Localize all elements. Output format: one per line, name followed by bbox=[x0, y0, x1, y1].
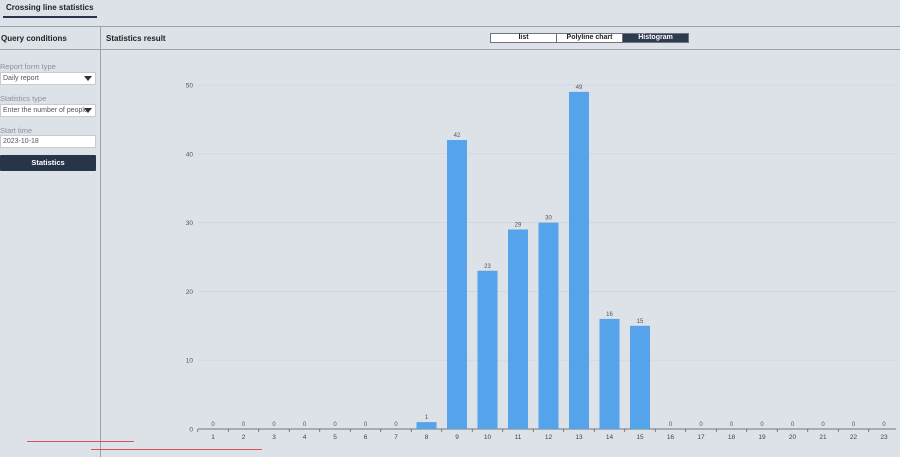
x-tick-label: 17 bbox=[697, 434, 705, 441]
data-label: 0 bbox=[211, 422, 215, 428]
bar bbox=[538, 222, 559, 429]
data-label: 0 bbox=[669, 422, 673, 428]
data-label: 0 bbox=[852, 422, 856, 428]
tab-crossing-line-statistics[interactable]: Crossing line statistics bbox=[3, 2, 97, 18]
annotation-underline bbox=[91, 449, 262, 450]
y-tick-label: 40 bbox=[186, 151, 194, 158]
data-label: 0 bbox=[394, 422, 398, 428]
data-label: 0 bbox=[730, 422, 734, 428]
y-tick-label: 10 bbox=[186, 358, 194, 365]
x-tick-label: 23 bbox=[880, 434, 888, 441]
query-panel: Query conditions Report form type Daily … bbox=[0, 27, 101, 457]
x-tick-label: 6 bbox=[364, 434, 368, 441]
x-tick-label: 15 bbox=[636, 434, 644, 441]
data-label: 0 bbox=[242, 422, 246, 428]
data-label: 0 bbox=[272, 422, 276, 428]
chevron-down-icon bbox=[84, 108, 92, 113]
x-tick-label: 18 bbox=[728, 434, 736, 441]
statistics-type-value: Enter the number of people bbox=[3, 107, 88, 114]
x-tick-label: 3 bbox=[272, 434, 276, 441]
result-title: Statistics result bbox=[106, 34, 166, 43]
data-label: 0 bbox=[333, 422, 337, 428]
x-tick-label: 19 bbox=[758, 434, 766, 441]
bar bbox=[447, 140, 467, 429]
bar bbox=[630, 325, 650, 429]
start-time-input[interactable]: 2023-10-18 bbox=[0, 135, 96, 148]
tab-histogram[interactable]: Histogram bbox=[623, 34, 688, 42]
data-label: 16 bbox=[606, 312, 613, 318]
data-label: 0 bbox=[364, 422, 368, 428]
data-label: 0 bbox=[791, 422, 795, 428]
x-tick-label: 2 bbox=[242, 434, 246, 441]
statistics-button[interactable]: Statistics bbox=[0, 155, 96, 171]
x-tick-label: 16 bbox=[667, 434, 675, 441]
bar bbox=[477, 270, 498, 429]
x-tick-label: 21 bbox=[819, 434, 827, 441]
tab-list[interactable]: list bbox=[491, 34, 557, 42]
report-form-type-select[interactable]: Daily report bbox=[0, 72, 96, 85]
data-label: 15 bbox=[637, 319, 644, 325]
x-tick-label: 9 bbox=[455, 434, 459, 441]
bar bbox=[508, 229, 528, 429]
report-form-type-value: Daily report bbox=[3, 75, 39, 82]
data-label: 1 bbox=[425, 415, 429, 421]
y-tick-label: 0 bbox=[189, 427, 193, 434]
data-label: 0 bbox=[303, 422, 307, 428]
annotation-underline bbox=[27, 441, 134, 442]
bar bbox=[569, 91, 589, 429]
query-panel-title: Query conditions bbox=[0, 27, 101, 50]
x-tick-label: 1 bbox=[211, 434, 215, 441]
data-label: 30 bbox=[545, 216, 552, 222]
bar bbox=[599, 318, 620, 429]
chevron-down-icon bbox=[84, 76, 92, 81]
data-label: 0 bbox=[760, 422, 764, 428]
x-tick-label: 22 bbox=[850, 434, 858, 441]
y-tick-label: 20 bbox=[186, 289, 194, 296]
histogram-chart: 0102030405001020304050607184292310291130… bbox=[186, 83, 896, 441]
statistics-type-select[interactable]: Enter the number of people bbox=[0, 104, 96, 117]
data-label: 0 bbox=[821, 422, 825, 428]
data-label: 0 bbox=[699, 422, 703, 428]
x-tick-label: 12 bbox=[545, 434, 553, 441]
start-time-label: Start time bbox=[0, 126, 33, 135]
x-tick-label: 11 bbox=[515, 434, 522, 441]
data-label: 23 bbox=[484, 264, 491, 270]
x-tick-label: 20 bbox=[789, 434, 797, 441]
x-tick-label: 8 bbox=[425, 434, 429, 441]
y-tick-label: 30 bbox=[186, 220, 194, 227]
result-header: Statistics result list Polyline chart Hi… bbox=[101, 27, 900, 50]
data-label: 42 bbox=[454, 133, 461, 139]
x-tick-label: 14 bbox=[606, 434, 614, 441]
x-tick-label: 7 bbox=[394, 434, 398, 441]
data-label: 49 bbox=[576, 85, 583, 91]
x-tick-label: 5 bbox=[333, 434, 337, 441]
tab-bar: Crossing line statistics bbox=[0, 0, 900, 27]
x-tick-label: 4 bbox=[303, 434, 307, 441]
view-switch: list Polyline chart Histogram bbox=[490, 33, 689, 43]
data-label: 29 bbox=[515, 222, 522, 228]
x-tick-label: 10 bbox=[484, 434, 492, 441]
tab-polyline-chart[interactable]: Polyline chart bbox=[557, 34, 623, 42]
x-tick-label: 13 bbox=[575, 434, 583, 441]
bar bbox=[416, 422, 437, 429]
data-label: 0 bbox=[882, 422, 886, 428]
y-tick-label: 50 bbox=[186, 83, 194, 90]
report-form-type-label: Report form type bbox=[0, 62, 56, 71]
statistics-type-label: Statistics type bbox=[0, 94, 47, 103]
